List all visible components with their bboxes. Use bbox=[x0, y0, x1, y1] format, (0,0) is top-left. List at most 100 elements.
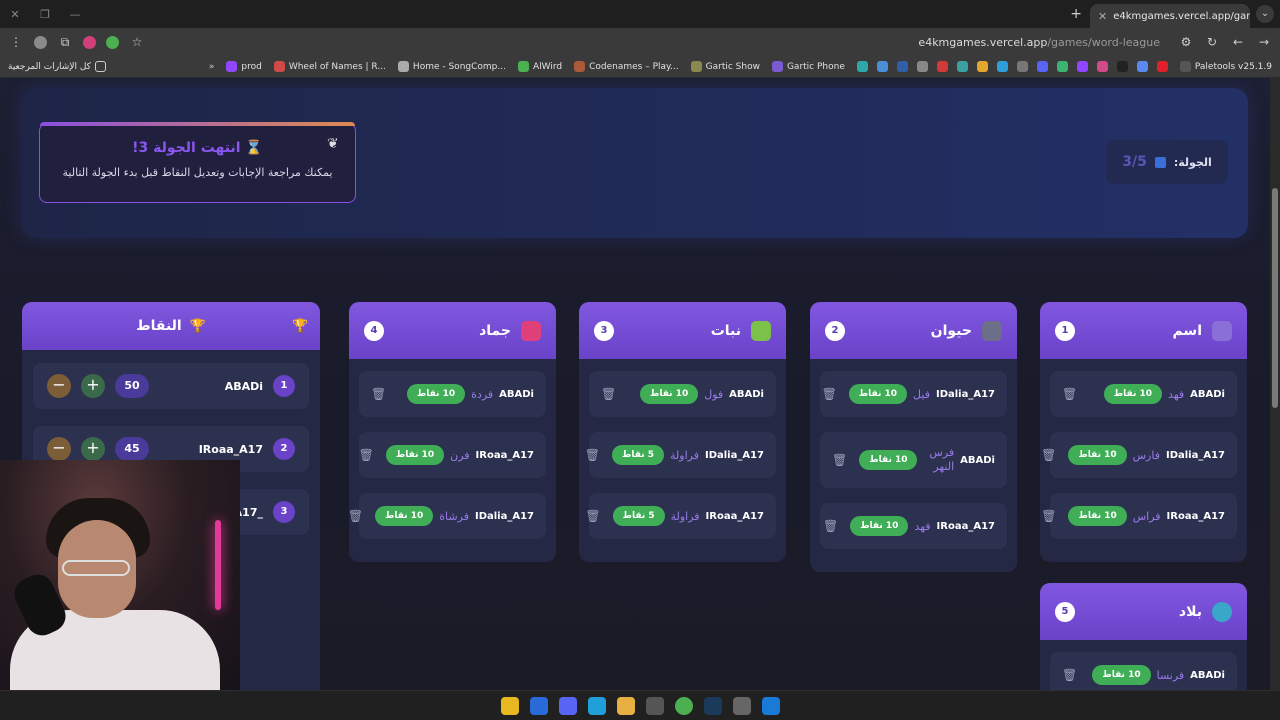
round-ended-subtitle: يمكنك مراجعة الإجابات وتعديل النقاط قبل … bbox=[62, 166, 333, 179]
bookmarks-bar: Paletools v25.1.9 Gartic Phone Gartic Sh… bbox=[0, 56, 1280, 78]
score-value: 50 bbox=[115, 374, 149, 398]
answer-row: IRoaa_A17 فراس 10 نقاط 🗑 bbox=[1041, 493, 1237, 539]
points-badge[interactable]: 10 نقاط bbox=[375, 506, 434, 526]
bookmarks-overflow-icon[interactable]: » bbox=[209, 62, 215, 72]
player-name: IRoaa_A17 bbox=[198, 442, 263, 456]
settings-icon[interactable] bbox=[732, 696, 751, 715]
profile-icon[interactable] bbox=[34, 35, 47, 49]
close-window-icon[interactable]: ✕ bbox=[0, 8, 30, 21]
bookmark-icon[interactable] bbox=[976, 61, 988, 72]
back-icon[interactable]: ← bbox=[1230, 34, 1246, 50]
all-bookmarks-folder[interactable]: كل الإشارات المرجعية bbox=[8, 61, 106, 72]
points-badge[interactable]: 10 نقاط bbox=[1068, 506, 1127, 526]
page-scrollbar[interactable] bbox=[1270, 78, 1280, 690]
restore-window-icon[interactable]: ❐ bbox=[30, 8, 60, 21]
trash-icon[interactable]: 🗑 bbox=[371, 387, 386, 401]
bookmark-songcomp[interactable]: Home - SongComp... bbox=[397, 61, 506, 72]
bookmark-icon[interactable] bbox=[936, 61, 948, 72]
bookmark-icon[interactable] bbox=[1016, 61, 1028, 72]
bookmark-star-icon[interactable]: ☆ bbox=[129, 34, 145, 50]
trash-icon[interactable]: 🗑 bbox=[1062, 668, 1077, 682]
bookmark-alwird[interactable]: AlWird bbox=[517, 61, 562, 72]
bookmark-icon[interactable] bbox=[896, 61, 908, 72]
remove-point-button[interactable]: − bbox=[47, 437, 71, 461]
points-badge[interactable]: 10 نقاط bbox=[1068, 445, 1127, 465]
points-badge[interactable]: 5 نقاط bbox=[612, 506, 665, 526]
trash-icon[interactable]: 🗑 bbox=[1041, 448, 1056, 462]
windows-icon[interactable] bbox=[761, 696, 780, 715]
points-badge[interactable]: 5 نقاط bbox=[612, 445, 665, 465]
steam-icon[interactable] bbox=[703, 696, 722, 715]
bookmark-wheel-of-names[interactable]: Wheel of Names | R... bbox=[273, 61, 386, 72]
edge-icon[interactable] bbox=[587, 696, 606, 715]
trash-icon[interactable]: 🗑 bbox=[1041, 509, 1056, 523]
obs-icon[interactable] bbox=[645, 696, 664, 715]
x-icon[interactable] bbox=[1116, 61, 1128, 72]
youtube-icon[interactable] bbox=[1156, 61, 1168, 72]
add-point-button[interactable]: + bbox=[81, 437, 105, 461]
chrome-icon[interactable] bbox=[674, 696, 693, 715]
extensions-icon[interactable]: ⧉ bbox=[57, 34, 73, 50]
twitch-icon[interactable] bbox=[1076, 61, 1088, 72]
animal-icon bbox=[982, 320, 1002, 341]
instagram-icon[interactable] bbox=[1096, 61, 1108, 72]
points-badge[interactable]: 10 نقاط bbox=[1092, 665, 1151, 685]
trash-icon[interactable]: 🗑 bbox=[823, 519, 838, 533]
extension-shield-icon[interactable] bbox=[83, 35, 96, 49]
kick-icon[interactable] bbox=[1056, 61, 1068, 72]
points-badge[interactable]: 10 نقاط bbox=[1103, 384, 1163, 404]
site-settings-icon[interactable]: ⚙ bbox=[1178, 34, 1194, 50]
round-icon bbox=[1154, 156, 1166, 168]
bookmark-icon[interactable] bbox=[876, 61, 888, 72]
discord-icon[interactable] bbox=[1036, 61, 1048, 72]
scrollbar-thumb[interactable] bbox=[1272, 188, 1278, 408]
bookmark-icon[interactable] bbox=[1136, 61, 1148, 72]
reload-icon[interactable]: ↻ bbox=[1204, 34, 1220, 50]
trash-icon[interactable]: 🗑 bbox=[832, 453, 847, 467]
points-badge[interactable]: 10 نقاط bbox=[639, 384, 699, 404]
answer-row: IDalia_A17 فيل 10 نقاط 🗑 bbox=[820, 371, 1007, 417]
address-bar[interactable]: e4kmgames.vercel.app /games/word-league bbox=[155, 36, 1168, 49]
menu-dots-icon[interactable]: ⋮ bbox=[8, 34, 24, 50]
tab-list-chevron-icon[interactable]: ⌄ bbox=[1256, 5, 1274, 23]
rank-badge: 3 bbox=[273, 501, 295, 523]
app-icon[interactable] bbox=[529, 696, 548, 715]
rockstar-icon[interactable] bbox=[500, 696, 519, 715]
bookmark-prod[interactable]: prod bbox=[226, 61, 262, 72]
points-badge[interactable]: 10 نقاط bbox=[850, 516, 909, 536]
trash-icon[interactable]: 🗑 bbox=[349, 509, 363, 523]
category-title: بلاد bbox=[1178, 603, 1202, 620]
trash-icon[interactable]: 🗑 bbox=[585, 509, 600, 523]
trash-icon[interactable]: 🗑 bbox=[601, 387, 616, 401]
remove-point-button[interactable]: − bbox=[47, 374, 71, 398]
bookmark-gartic-phone[interactable]: Gartic Phone bbox=[771, 61, 845, 72]
trash-icon[interactable]: 🗑 bbox=[585, 448, 600, 462]
trash-icon[interactable]: 🗑 bbox=[822, 387, 837, 401]
points-badge[interactable]: 10 نقاط bbox=[385, 445, 445, 465]
trash-icon[interactable]: 🗑 bbox=[1062, 387, 1077, 401]
round-value: 3/5 bbox=[1122, 154, 1147, 170]
close-tab-icon[interactable]: ✕ bbox=[1098, 10, 1107, 23]
minimize-window-icon[interactable]: — bbox=[60, 8, 90, 21]
trash-icon[interactable]: 🗑 bbox=[359, 448, 374, 462]
new-tab-icon[interactable]: + bbox=[1070, 6, 1082, 22]
bookmark-paletools[interactable]: Paletools v25.1.9 bbox=[1179, 61, 1272, 72]
points-badge[interactable]: 10 نقاط bbox=[848, 384, 908, 404]
bookmark-codenames[interactable]: Codenames – Play... bbox=[574, 61, 679, 72]
bookmark-icon[interactable] bbox=[956, 61, 968, 72]
discord-icon[interactable] bbox=[558, 696, 577, 715]
bookmark-icon[interactable] bbox=[856, 61, 868, 72]
webcam-overlay bbox=[0, 460, 240, 690]
points-badge[interactable]: 10 نقاط bbox=[406, 384, 466, 404]
points-badge[interactable]: 10 نقاط bbox=[859, 450, 918, 470]
file-explorer-icon[interactable] bbox=[616, 696, 635, 715]
rank-badge: 2 bbox=[273, 438, 295, 460]
answer-row: IRoaa_A17 فهد 10 نقاط 🗑 bbox=[820, 503, 1007, 549]
bookmark-icon[interactable] bbox=[916, 61, 928, 72]
bookmark-icon[interactable] bbox=[996, 61, 1008, 72]
add-point-button[interactable]: + bbox=[81, 374, 105, 398]
bookmark-gartic-show[interactable]: Gartic Show bbox=[690, 61, 760, 72]
active-tab[interactable]: ✕ e4kmgames.vercel.app/games/ bbox=[1090, 4, 1250, 28]
forward-icon[interactable]: → bbox=[1256, 34, 1272, 50]
extension-green-icon[interactable] bbox=[106, 35, 119, 49]
